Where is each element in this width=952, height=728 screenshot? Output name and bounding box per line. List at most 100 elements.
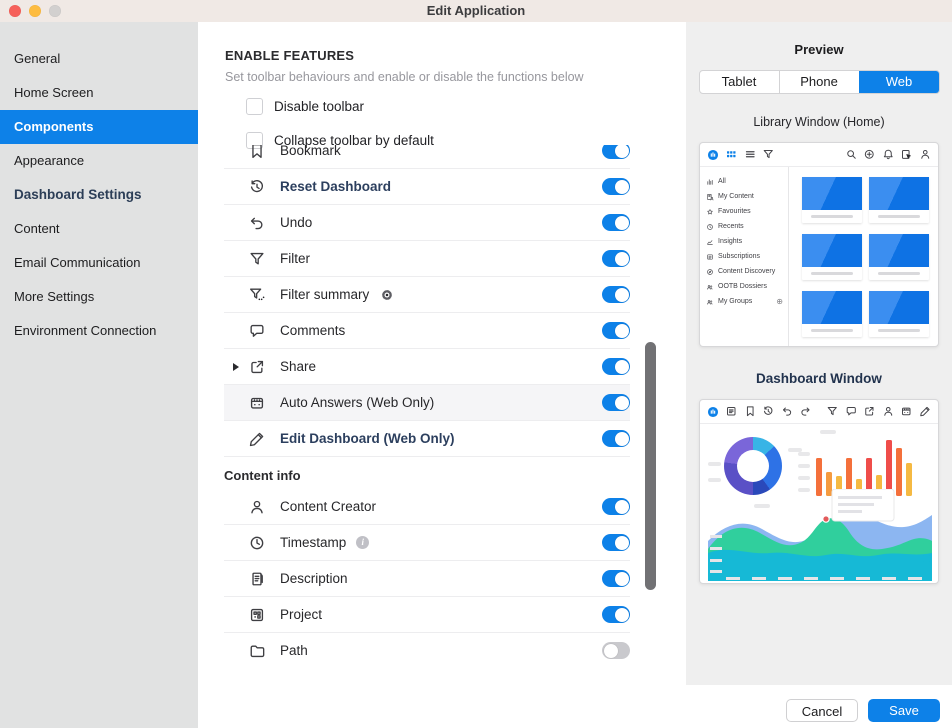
window-title: Edit Application: [0, 0, 952, 22]
expand-caret-icon[interactable]: [233, 363, 239, 371]
project-toggle[interactable]: [602, 606, 630, 623]
path-toggle[interactable]: [602, 642, 630, 659]
bookmark-icon: [248, 145, 266, 160]
bookmark-toggle[interactable]: [602, 145, 630, 159]
reset-dashboard-toggle[interactable]: [602, 178, 630, 195]
share-toggle[interactable]: [602, 358, 630, 375]
library-preview-sidebar: All My Content Favourites Recents Insigh…: [700, 167, 789, 347]
bar: [886, 440, 892, 496]
library-thumbnail: [869, 177, 929, 223]
feature-row-description: Description: [224, 561, 630, 597]
reset-history-icon: [248, 178, 266, 196]
library-nav-ootb-dossiers: OOTB Dossiers: [706, 279, 785, 294]
library-thumbnail: [802, 234, 862, 280]
preview-title: Preview: [686, 42, 952, 57]
timestamp-toggle[interactable]: [602, 534, 630, 551]
content-info-heading: Content info: [224, 457, 630, 489]
star-icon: [706, 208, 714, 216]
redo-icon: [799, 405, 812, 418]
export-icon: [900, 148, 913, 161]
group-icon: [706, 283, 714, 291]
sidebar-item-content[interactable]: Content: [0, 212, 198, 246]
undo-toggle[interactable]: [602, 214, 630, 231]
filter-icon: [248, 250, 266, 268]
group-icon: [706, 298, 714, 306]
cancel-button[interactable]: Cancel: [786, 699, 858, 722]
app-logo-icon: [707, 149, 719, 161]
edit-dashboard-toggle[interactable]: [602, 430, 630, 447]
comment-icon: [248, 322, 266, 340]
undo-icon: [248, 214, 266, 232]
disable-toolbar-label: Disable toolbar: [274, 99, 364, 114]
comments-toggle[interactable]: [602, 322, 630, 339]
add-group-icon: ⊕: [776, 297, 785, 306]
account-icon: [919, 148, 932, 161]
info-icon[interactable]: i: [356, 536, 369, 549]
filter-icon: [762, 148, 775, 161]
account-icon: [882, 405, 895, 418]
pencil-icon: [248, 430, 266, 448]
enable-features-heading: ENABLE FEATURES: [225, 48, 686, 63]
disable-toolbar-checkbox[interactable]: [246, 98, 263, 115]
filter-icon: [826, 405, 839, 418]
library-nav-my-groups: My Groups⊕: [706, 294, 785, 309]
feature-row-auto-answers: Auto Answers (Web Only): [224, 385, 630, 421]
filter-summary-icon: [248, 286, 266, 304]
toc-icon: [725, 405, 738, 418]
tab-web[interactable]: Web: [859, 71, 939, 93]
tab-phone[interactable]: Phone: [779, 71, 859, 93]
window-titlebar: Edit Application: [0, 0, 952, 23]
feature-row-project: Project: [224, 597, 630, 633]
feature-row-share: Share: [224, 349, 630, 385]
subscriptions-icon: [706, 253, 714, 261]
dashboard-preview-toolbar: [700, 400, 938, 424]
preview-panel: Preview Tablet Phone Web Library Window …: [686, 22, 952, 685]
library-nav-my-content: My Content: [706, 189, 785, 204]
tab-tablet[interactable]: Tablet: [700, 71, 779, 93]
feature-row-bookmark: Bookmark: [224, 145, 630, 169]
feature-row-undo: Undo: [224, 205, 630, 241]
list-view-icon: [744, 148, 757, 161]
library-thumbnail: [869, 234, 929, 280]
description-toggle[interactable]: [602, 570, 630, 587]
my-content-icon: [706, 193, 714, 201]
auto-answers-icon: [248, 394, 266, 412]
auto-answers-toggle[interactable]: [602, 394, 630, 411]
sidebar-item-general[interactable]: General: [0, 42, 198, 76]
compass-icon: [706, 268, 714, 276]
sidebar-item-components[interactable]: Components: [0, 110, 198, 144]
feature-toggle-list[interactable]: Bookmark Reset Dashboard Undo Filter Fil…: [198, 145, 686, 663]
sidebar-item-appearance[interactable]: Appearance: [0, 144, 198, 178]
bar-chart: [816, 438, 920, 496]
feature-row-edit-dashboard: Edit Dashboard (Web Only): [224, 421, 630, 457]
library-window-preview: All My Content Favourites Recents Insigh…: [699, 142, 939, 347]
sidebar-item-environment-connection[interactable]: Environment Connection: [0, 314, 198, 348]
project-icon: [248, 606, 266, 624]
dashboard-window-preview: [699, 399, 939, 584]
sidebar-item-more-settings[interactable]: More Settings: [0, 280, 198, 314]
content-creator-toggle[interactable]: [602, 498, 630, 515]
library-nav-all: All: [706, 174, 785, 189]
library-nav-subscriptions: Subscriptions: [706, 249, 785, 264]
save-button[interactable]: Save: [868, 699, 940, 722]
feature-row-path: Path: [224, 633, 630, 663]
enable-features-subheading: Set toolbar behaviours and enable or dis…: [225, 70, 686, 84]
clock-icon: [248, 534, 266, 552]
scrollbar-thumb[interactable]: [645, 342, 656, 590]
sidebar-item-home-screen[interactable]: Home Screen: [0, 76, 198, 110]
dashboard-window-title: Dashboard Window: [686, 371, 952, 386]
filter-summary-toggle[interactable]: [602, 286, 630, 303]
sidebar-item-email-communication[interactable]: Email Communication: [0, 246, 198, 280]
app-logo-icon: [707, 406, 719, 418]
feature-row-reset-dashboard: Reset Dashboard: [224, 169, 630, 205]
filter-toggle[interactable]: [602, 250, 630, 267]
library-nav-insights: Insights: [706, 234, 785, 249]
add-icon: [863, 148, 876, 161]
feature-row-filter: Filter: [224, 241, 630, 277]
clock-icon: [706, 223, 714, 231]
components-panel: ENABLE FEATURES Set toolbar behaviours a…: [198, 22, 686, 728]
device-segmented-control: Tablet Phone Web: [699, 70, 940, 94]
person-icon: [248, 498, 266, 516]
sidebar-item-dashboard-settings[interactable]: Dashboard Settings: [0, 178, 198, 212]
filter-summary-settings-gear-icon[interactable]: [380, 288, 394, 302]
